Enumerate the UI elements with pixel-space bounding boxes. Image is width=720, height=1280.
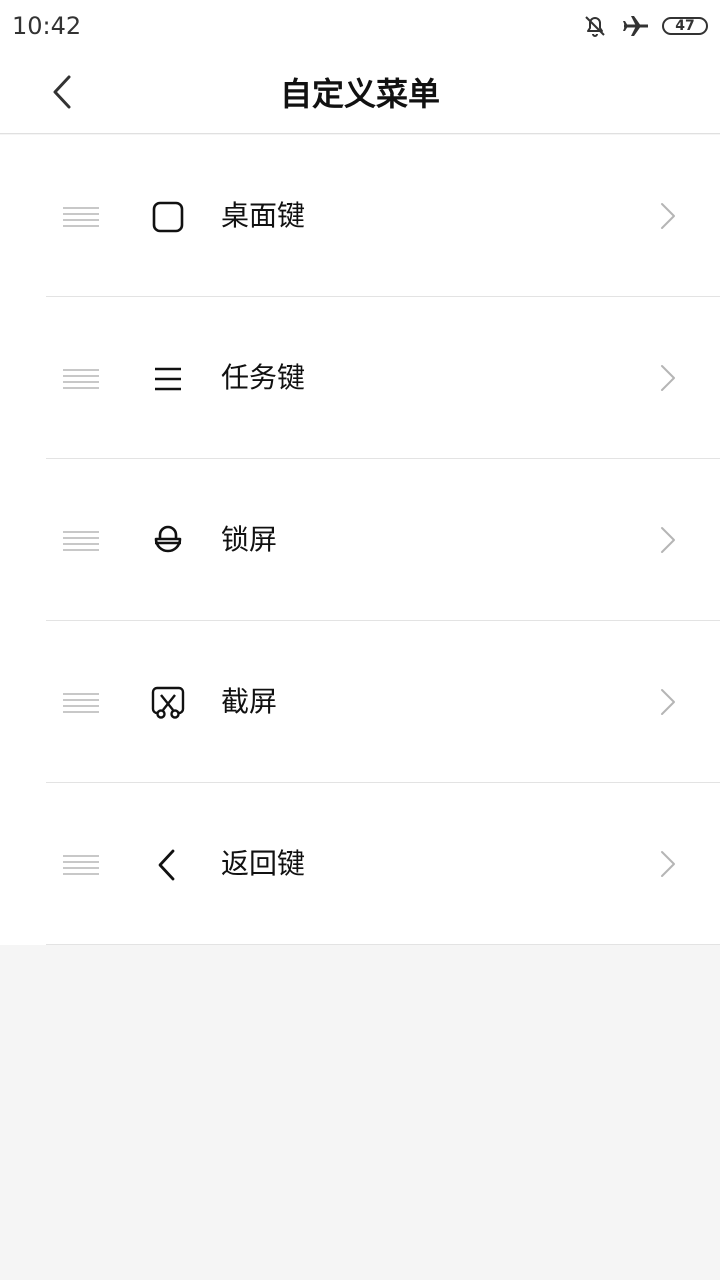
- menu-item-label: 锁屏: [221, 523, 278, 556]
- chevron-right-icon: [658, 525, 678, 555]
- menu-item-task-key[interactable]: 任务键: [0, 297, 720, 459]
- airplane-icon: [622, 13, 650, 39]
- chevron-right-icon: [658, 201, 678, 231]
- menu-item-label: 桌面键: [221, 199, 306, 232]
- drag-handle-icon[interactable]: [62, 853, 100, 875]
- menu-item-screenshot[interactable]: 截屏: [0, 621, 720, 783]
- drag-handle-icon[interactable]: [62, 367, 100, 389]
- battery-level: 47: [675, 18, 695, 34]
- drag-handle-icon[interactable]: [62, 691, 100, 713]
- bell-muted-icon: [582, 13, 608, 39]
- page-title: 自定义菜单: [279, 75, 440, 113]
- menu-item-lock-screen[interactable]: 锁屏: [0, 459, 720, 621]
- scissors-icon: [150, 686, 186, 720]
- menu-item-label: 返回键: [221, 847, 306, 880]
- square-icon: [150, 200, 186, 234]
- drag-handle-icon[interactable]: [62, 205, 100, 227]
- lock-icon: [150, 524, 186, 558]
- battery-icon: 47: [662, 17, 708, 35]
- chevron-right-icon: [658, 687, 678, 717]
- drag-handle-icon[interactable]: [62, 529, 100, 551]
- menu-item-back-key[interactable]: 返回键: [0, 783, 720, 945]
- back-chevron-icon: [150, 848, 186, 882]
- chevron-right-icon: [658, 849, 678, 879]
- menu-lines-icon: [150, 362, 186, 396]
- status-time: 10:42: [12, 12, 82, 40]
- chevron-right-icon: [658, 363, 678, 393]
- app-header: 自定义菜单: [0, 52, 720, 134]
- status-icons: 47: [582, 10, 708, 42]
- status-bar: 10:42 47: [0, 0, 720, 52]
- menu-item-label: 截屏: [221, 685, 278, 718]
- menu-item-label: 任务键: [221, 361, 306, 394]
- menu-list: 桌面键 任务键 锁屏 截屏 返回键: [0, 135, 720, 945]
- menu-item-home-key[interactable]: 桌面键: [0, 135, 720, 297]
